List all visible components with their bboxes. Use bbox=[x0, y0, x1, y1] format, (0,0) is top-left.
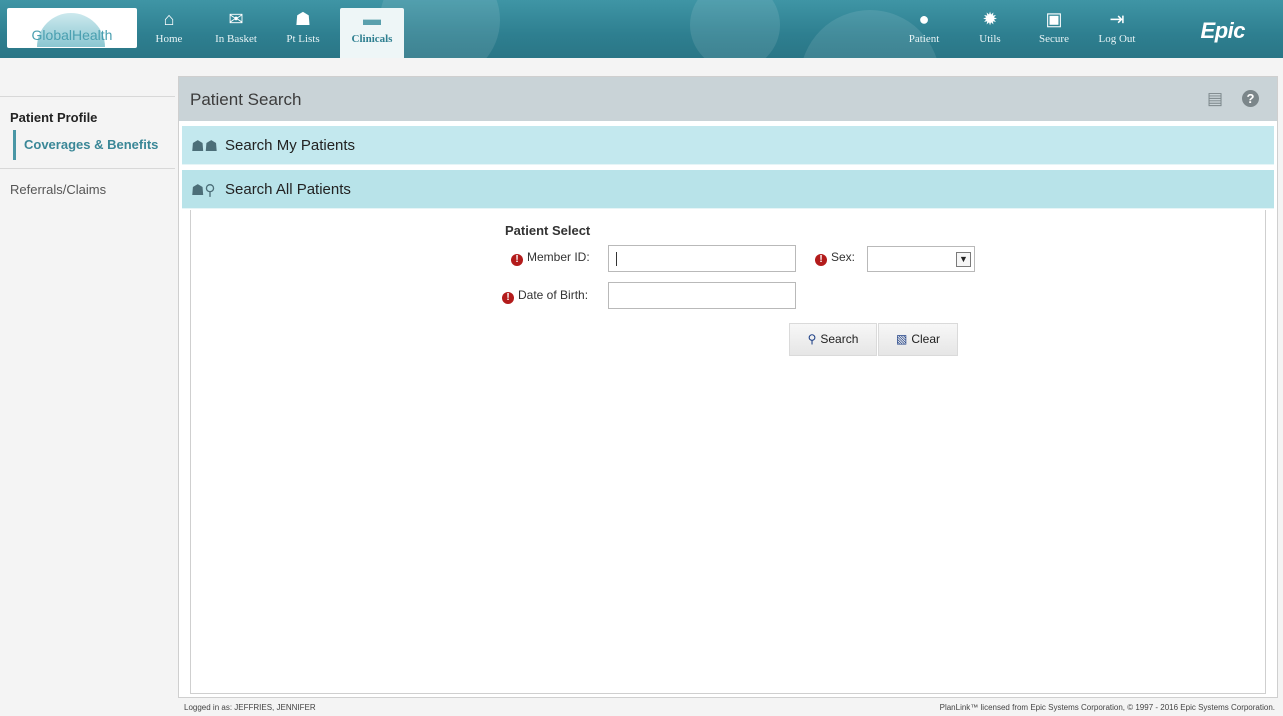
globalhealth-logo[interactable]: GlobalHealth bbox=[7, 8, 137, 48]
member-id-input[interactable] bbox=[608, 245, 796, 272]
epic-brand-logo: Epic bbox=[1200, 18, 1246, 43]
required-icon: ! bbox=[815, 254, 827, 266]
logo-text: GlobalHealth bbox=[31, 27, 113, 43]
sex-label-row: ! Sex: bbox=[815, 250, 855, 266]
nav-pt-lists[interactable]: ☗ Pt Lists bbox=[278, 8, 328, 54]
home-icon: ⌂ bbox=[163, 9, 175, 29]
search-my-patients-label: Search My Patients bbox=[225, 137, 356, 154]
search-all-patients-content: Patient Select ! Member ID: ! Sex: ▼ ! Date… bbox=[190, 210, 1266, 694]
nav-in-basket-label: In Basket bbox=[215, 33, 257, 45]
eraser-icon: ▧ bbox=[895, 332, 908, 346]
member-id-label-row: ! Member ID: bbox=[511, 250, 590, 266]
sidebar-heading: Patient Profile bbox=[10, 110, 98, 125]
magnifier-icon: ⚲ bbox=[807, 332, 817, 346]
nav-clinicals[interactable]: ▬ Clinicals bbox=[340, 8, 404, 58]
nav-in-basket[interactable]: ✉ In Basket bbox=[206, 8, 266, 54]
sidebar-divider bbox=[0, 96, 175, 97]
people-group-icon: ☗☗ bbox=[191, 138, 218, 155]
sidebar-item-referrals-claims[interactable]: Referrals/Claims bbox=[10, 182, 106, 197]
sidebar-divider bbox=[0, 168, 175, 169]
copyright-notice: PlanLink™ licensed from Epic Systems Cor… bbox=[939, 703, 1275, 712]
nav-secure-label: Secure bbox=[1039, 33, 1069, 45]
top-navigation-bar: GlobalHealth ⌂ Home ✉ In Basket ☗ Pt Lis… bbox=[0, 0, 1283, 58]
nav-utils-label: Utils bbox=[979, 33, 1001, 45]
nav-home-label: Home bbox=[155, 33, 183, 45]
clear-button[interactable]: ▧ Clear bbox=[878, 323, 958, 356]
nav-patient[interactable]: ● Patient bbox=[900, 8, 948, 54]
date-of-birth-input[interactable] bbox=[608, 282, 796, 309]
nav-log-out[interactable]: ⇥ Log Out bbox=[1094, 8, 1140, 54]
nav-log-out-label: Log Out bbox=[1098, 33, 1136, 45]
patient-select-title: Patient Select bbox=[505, 223, 591, 238]
nav-utils[interactable]: ✹ Utils bbox=[970, 8, 1010, 54]
print-icon[interactable]: ▤ bbox=[1205, 89, 1225, 109]
gear-icon: ✹ bbox=[982, 9, 998, 29]
text-cursor bbox=[616, 252, 617, 266]
nav-pt-lists-label: Pt Lists bbox=[286, 33, 320, 45]
search-all-patients-label: Search All Patients bbox=[225, 181, 351, 198]
mail-icon: ✉ bbox=[228, 9, 244, 29]
search-button[interactable]: ⚲ Search bbox=[789, 323, 877, 356]
search-all-patients-section[interactable]: ☗⚲ Search All Patients bbox=[182, 170, 1274, 209]
folder-icon: ▬ bbox=[363, 9, 381, 29]
nav-patient-label: Patient bbox=[908, 33, 940, 45]
left-sidebar: Patient Profile Coverages & Benefits Ref… bbox=[0, 58, 175, 716]
dob-label-row: ! Date of Birth: bbox=[502, 288, 588, 304]
logged-in-status: Logged in as: JEFFRIES, JENNIFER bbox=[184, 703, 316, 712]
dob-label: Date of Birth: bbox=[518, 288, 589, 302]
required-icon: ! bbox=[511, 254, 523, 266]
patient-search-panel: Patient Search ▤ ? ☗☗ Search My Patients… bbox=[178, 76, 1278, 698]
required-icon: ! bbox=[502, 292, 514, 304]
people-icon: ☗ bbox=[294, 9, 312, 29]
person-icon: ● bbox=[918, 9, 930, 29]
clear-button-label: Clear bbox=[911, 332, 941, 346]
people-search-icon: ☗⚲ bbox=[191, 182, 216, 199]
page-title: Patient Search bbox=[190, 90, 302, 109]
nav-home[interactable]: ⌂ Home bbox=[148, 8, 190, 54]
sidebar-item-coverages-benefits[interactable]: Coverages & Benefits bbox=[13, 130, 158, 160]
sex-select[interactable]: ▼ bbox=[867, 246, 975, 272]
nav-secure[interactable]: ▣ Secure bbox=[1030, 8, 1078, 54]
search-button-label: Search bbox=[820, 332, 859, 346]
nav-clinicals-label: Clinicals bbox=[351, 33, 393, 45]
member-id-label: Member ID: bbox=[527, 250, 590, 264]
logout-icon: ⇥ bbox=[1109, 9, 1125, 29]
chevron-down-icon[interactable]: ▼ bbox=[956, 252, 971, 267]
help-icon[interactable]: ? bbox=[1242, 90, 1259, 107]
sex-label: Sex: bbox=[831, 250, 856, 264]
panel-header: Patient Search ▤ ? bbox=[179, 77, 1277, 121]
search-my-patients-section[interactable]: ☗☗ Search My Patients bbox=[182, 126, 1274, 165]
lock-icon: ▣ bbox=[1045, 9, 1063, 29]
